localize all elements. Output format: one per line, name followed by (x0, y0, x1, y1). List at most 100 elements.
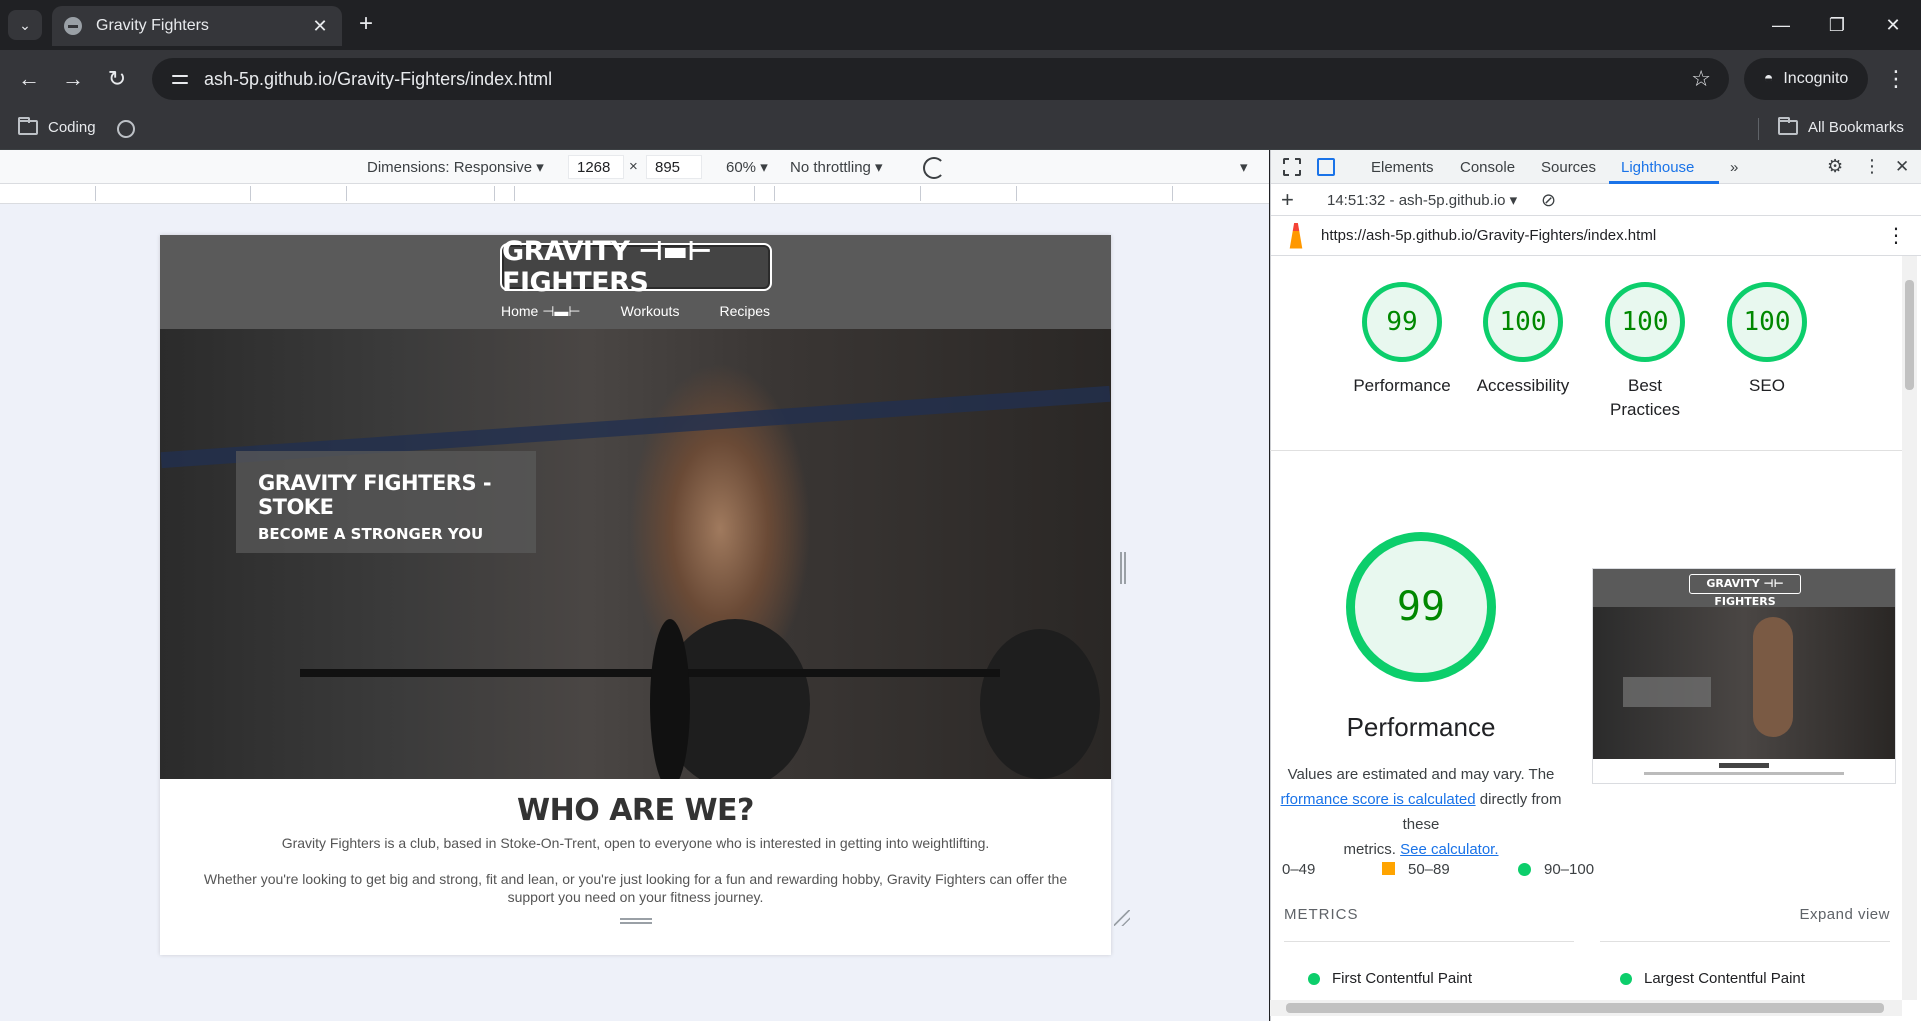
emulated-website: GRAVITY ⊣▬⊢ FIGHTERS Home ⊣▬⊢ Workouts R… (160, 235, 1111, 955)
new-tab-button[interactable]: + (352, 11, 380, 39)
device-toggle-icon[interactable] (1317, 158, 1335, 176)
address-bar[interactable]: ash-5p.github.io/Gravity-Fighters/index.… (152, 58, 1729, 100)
score-gauge-performance[interactable]: 99 Performance (1342, 282, 1462, 398)
nav-workouts[interactable]: Workouts (621, 303, 680, 320)
tab-lighthouse[interactable]: Lighthouse (1621, 159, 1694, 176)
score-label: SEO (1749, 376, 1785, 395)
report-url[interactable]: https://ash-5p.github.io/Gravity-Fighter… (1321, 227, 1886, 244)
settings-gear-icon[interactable]: ⚙ (1827, 156, 1843, 177)
bookmark-star-icon[interactable]: ☆ (1691, 66, 1711, 92)
nav-home[interactable]: Home ⊣▬⊢ (501, 303, 581, 320)
score-label: Accessibility (1476, 376, 1570, 395)
close-window-icon[interactable]: ✕ (1865, 0, 1921, 50)
browser-menu-icon[interactable]: ⋮ (1885, 66, 1907, 92)
see-calculator-link[interactable]: See calculator. (1400, 841, 1498, 858)
width-input[interactable] (568, 155, 624, 179)
incognito-indicator[interactable]: ◓ Incognito (1744, 58, 1868, 100)
tab-sources[interactable]: Sources (1541, 159, 1596, 176)
height-input[interactable] (646, 155, 702, 179)
viewport-resize-handle-bottom[interactable] (620, 918, 652, 924)
browser-tab[interactable]: Gravity Fighters ✕ (52, 6, 342, 46)
chevron-down-icon: ⌄ (19, 16, 31, 33)
expand-view-button[interactable]: Expand view (1799, 906, 1890, 923)
close-devtools-icon[interactable]: ✕ (1895, 157, 1909, 177)
who-paragraph-1: Gravity Fighters is a club, based in Sto… (281, 835, 990, 851)
report-vertical-scrollbar[interactable] (1902, 256, 1917, 1000)
clear-reports-icon[interactable]: ⊘ (1541, 190, 1556, 211)
report-selector[interactable]: 14:51:32 - ash-5p.github.io ▾ (1327, 191, 1517, 209)
devtools-tab-bar: Elements Console Sources Lighthouse » ⚙ … (1271, 150, 1921, 184)
score-label: Best Practices (1610, 376, 1680, 419)
legend-average-square-icon (1382, 862, 1395, 875)
site-logo[interactable]: GRAVITY ⊣▬⊢ FIGHTERS (500, 236, 772, 298)
performance-description: Values are estimated and may vary. The r… (1270, 762, 1572, 862)
throttling-label: No throttling (790, 159, 871, 176)
report-url-row: https://ash-5p.github.io/Gravity-Fighter… (1271, 216, 1921, 256)
zoom-dropdown[interactable]: 60% ▾ (726, 158, 768, 176)
score-gauge-seo[interactable]: 100 SEO (1707, 282, 1827, 398)
hero-image: GRAVITY FIGHTERS - STOKE BECOME A STRONG… (160, 329, 1111, 779)
back-button[interactable]: ← (14, 64, 44, 94)
report-horizontal-scrollbar[interactable] (1270, 1000, 1902, 1016)
more-options-chevron-icon[interactable]: ▾ (1240, 158, 1248, 176)
dimensions-label: Dimensions: Responsive (367, 159, 533, 176)
score-ring: 100 (1727, 282, 1807, 362)
close-tab-icon[interactable]: ✕ (310, 16, 330, 37)
more-tabs-icon[interactable]: » (1730, 159, 1738, 176)
score-gauge-accessibility[interactable]: 100 Accessibility (1463, 282, 1583, 398)
metrics-rule-left (1284, 941, 1574, 942)
url-text[interactable]: ash-5p.github.io/Gravity-Fighters/index.… (204, 69, 1691, 90)
times-sign: × (629, 158, 638, 175)
legend-pass: 90–100 (1544, 861, 1595, 878)
tab-title: Gravity Fighters (96, 17, 209, 34)
viewport-resize-handle-right[interactable] (1120, 552, 1126, 584)
devtools-menu-icon[interactable]: ⋮ (1863, 156, 1881, 177)
dimensions-dropdown[interactable]: Dimensions: Responsive ▾ (367, 158, 544, 176)
thumb-footer (1593, 763, 1895, 783)
folder-icon (1778, 117, 1798, 135)
perf-desc-text: metrics. (1343, 841, 1396, 858)
forward-button[interactable]: → (58, 64, 88, 94)
perf-desc-line-2: rformance score is calculated directly f… (1270, 787, 1572, 837)
rotate-icon[interactable] (923, 157, 945, 179)
tab-search-button[interactable]: ⌄ (8, 10, 42, 40)
all-bookmarks-button[interactable]: All Bookmarks (1778, 117, 1904, 136)
tab-console[interactable]: Console (1460, 159, 1515, 176)
report-scroll-area: 99 Performance 100 Accessibility 100 Bes… (1270, 256, 1902, 1000)
browser-toolbar: ← → ↻ ash-5p.github.io/Gravity-Fighters/… (0, 50, 1921, 108)
minimize-icon[interactable]: — (1753, 0, 1809, 50)
score-label: Performance (1353, 376, 1451, 395)
perf-desc-line-1: Values are estimated and may vary. The (1287, 766, 1555, 783)
bookmark-folder-coding[interactable]: Coding (18, 117, 96, 136)
score-gauge-best-practices[interactable]: 100 Best Practices (1585, 282, 1705, 422)
metric-largest-contentful-paint[interactable]: Largest Contentful Paint (1620, 970, 1805, 987)
viewport-resize-handle-corner[interactable] (1114, 910, 1130, 926)
bookmarks-separator (1758, 118, 1759, 140)
performance-title: Performance (1346, 712, 1496, 742)
throttling-dropdown[interactable]: No throttling ▾ (790, 158, 883, 176)
metrics-heading: METRICS (1284, 906, 1359, 923)
inspect-element-icon[interactable] (1283, 158, 1301, 176)
legend-fail: 0–49 (1282, 861, 1316, 878)
new-report-icon[interactable]: + (1281, 187, 1294, 213)
report-menu-icon[interactable]: ⋮ (1886, 223, 1906, 248)
bookmark-folder-label: Coding (48, 119, 96, 136)
report-selector-label: 14:51:32 - ash-5p.github.io (1327, 192, 1506, 209)
site-info-icon[interactable] (170, 69, 190, 89)
score-ring: 100 (1605, 282, 1685, 362)
reload-button[interactable]: ↻ (102, 64, 132, 94)
tab-strip: ⌄ Gravity Fighters ✕ + — ❐ ✕ (0, 0, 1921, 50)
media-query-ruler[interactable] (0, 184, 1269, 204)
nav-recipes[interactable]: Recipes (719, 303, 770, 320)
lighthouse-toolbar: + 14:51:32 - ash-5p.github.io ▾ ⊘ (1271, 184, 1921, 216)
metric-first-contentful-paint[interactable]: First Contentful Paint (1307, 970, 1472, 987)
device-viewport-area: Dimensions: Responsive ▾ × 60% ▾ No thro… (0, 150, 1269, 1021)
restore-icon[interactable]: ❐ (1809, 0, 1865, 50)
site-nav: Home ⊣▬⊢ Workouts Recipes (160, 303, 1111, 320)
lighthouse-logo-icon (1289, 222, 1303, 249)
score-calculated-link[interactable]: rformance score is calculated (1281, 791, 1476, 808)
page-screenshot-thumbnail[interactable]: GRAVITY ⊣⊢ FIGHTERS (1592, 568, 1896, 784)
legend-average: 50–89 (1408, 861, 1450, 878)
tab-elements[interactable]: Elements (1371, 159, 1434, 176)
globe-icon[interactable] (117, 120, 135, 138)
